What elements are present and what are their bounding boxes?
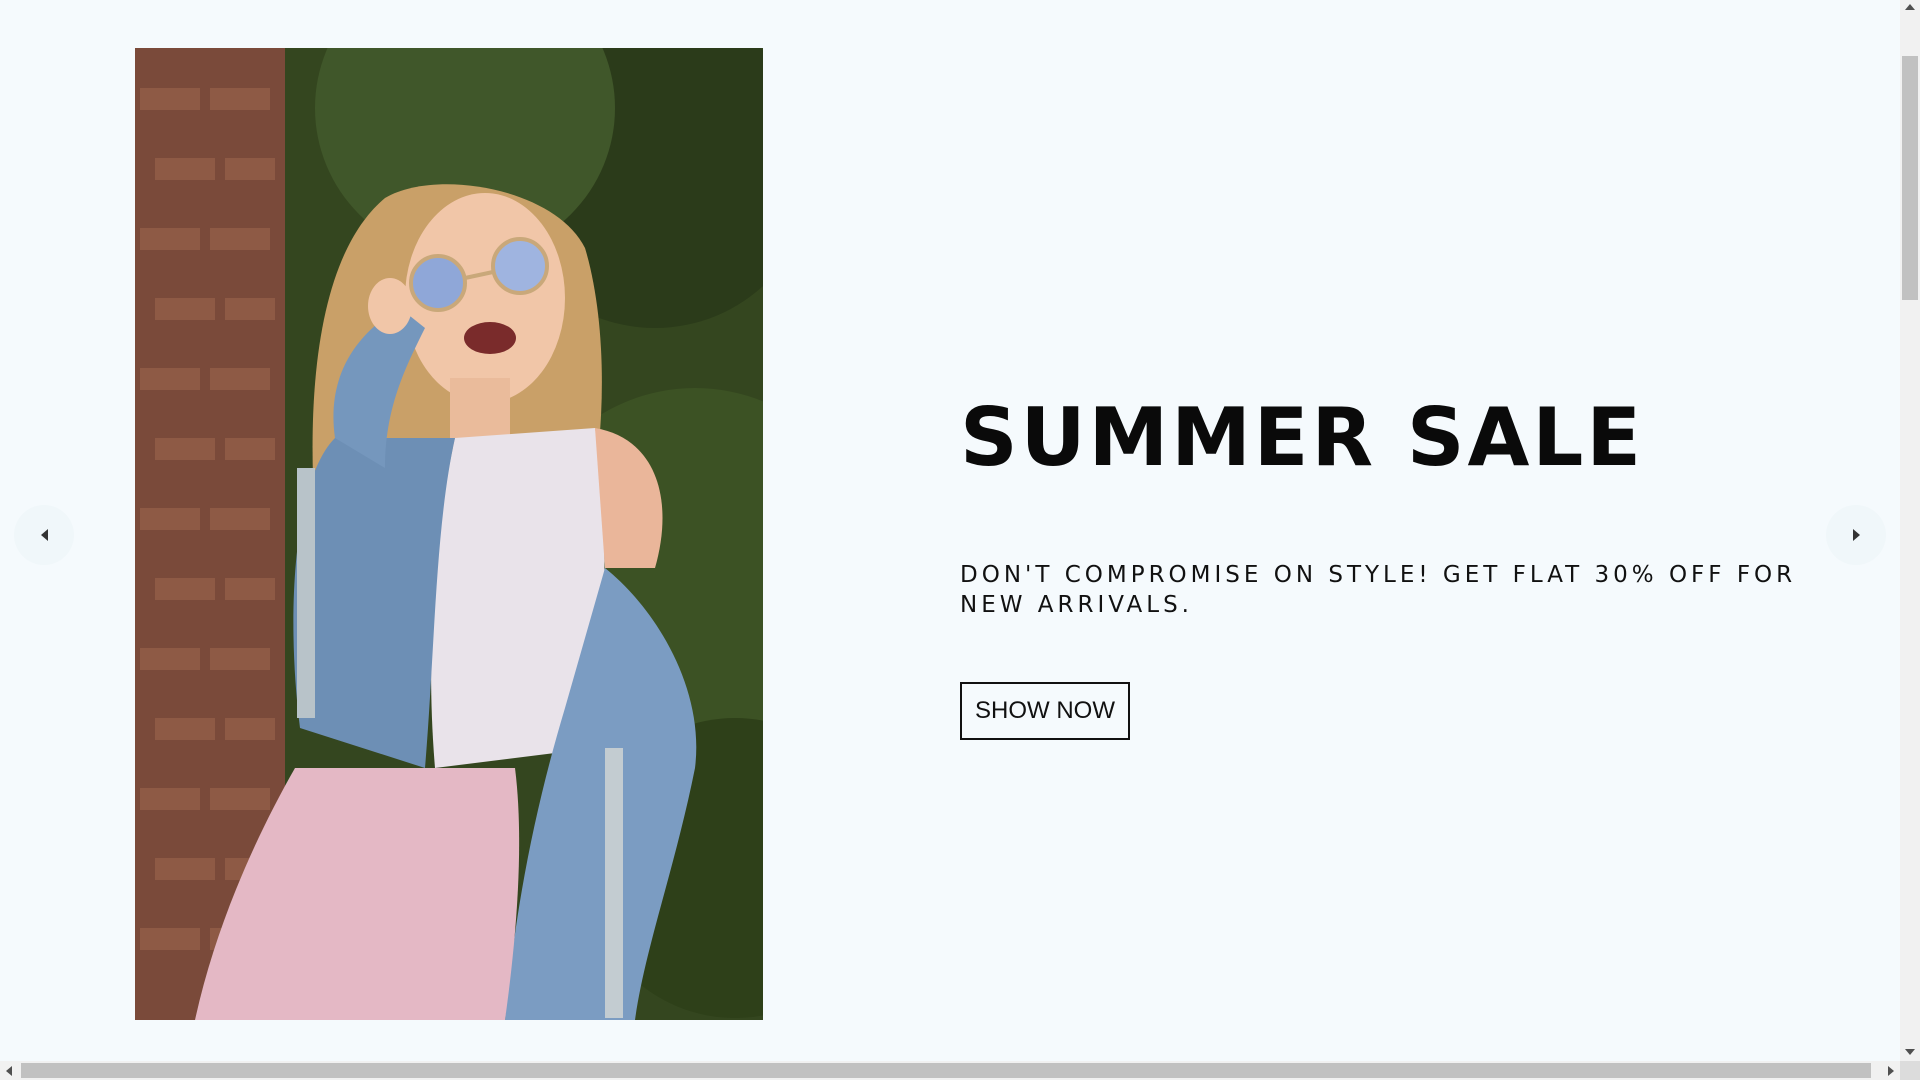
slide-title: SUMMER SALE <box>960 391 1645 484</box>
arrow-right-icon <box>1852 529 1860 541</box>
scroll-up-icon[interactable] <box>1905 4 1915 10</box>
scroll-left-icon[interactable] <box>6 1066 12 1076</box>
slide-info: SUMMER SALE DON'T COMPROMISE ON STYLE! G… <box>960 388 1860 740</box>
scroll-down-icon[interactable] <box>1905 1049 1915 1055</box>
scrollbar-corner <box>1900 1061 1920 1080</box>
horizontal-scroll-thumb[interactable] <box>21 1063 1871 1078</box>
slide-image <box>135 48 763 1020</box>
vertical-scrollbar[interactable] <box>1900 0 1920 1061</box>
slide-description: DON'T COMPROMISE ON STYLE! GET FLAT 30% … <box>960 562 1797 618</box>
slider-next-button[interactable] <box>1826 505 1886 565</box>
slider-prev-button[interactable] <box>14 505 74 565</box>
arrow-left-icon <box>40 529 48 541</box>
show-now-button[interactable]: SHOW NOW <box>960 682 1130 740</box>
vertical-scroll-thumb[interactable] <box>1902 56 1918 300</box>
slider-page: SUMMER SALE DON'T COMPROMISE ON STYLE! G… <box>0 0 1900 1061</box>
woman-in-sunglasses-photo <box>135 48 763 1020</box>
horizontal-scrollbar[interactable] <box>0 1061 1900 1080</box>
scroll-right-icon[interactable] <box>1888 1066 1894 1076</box>
